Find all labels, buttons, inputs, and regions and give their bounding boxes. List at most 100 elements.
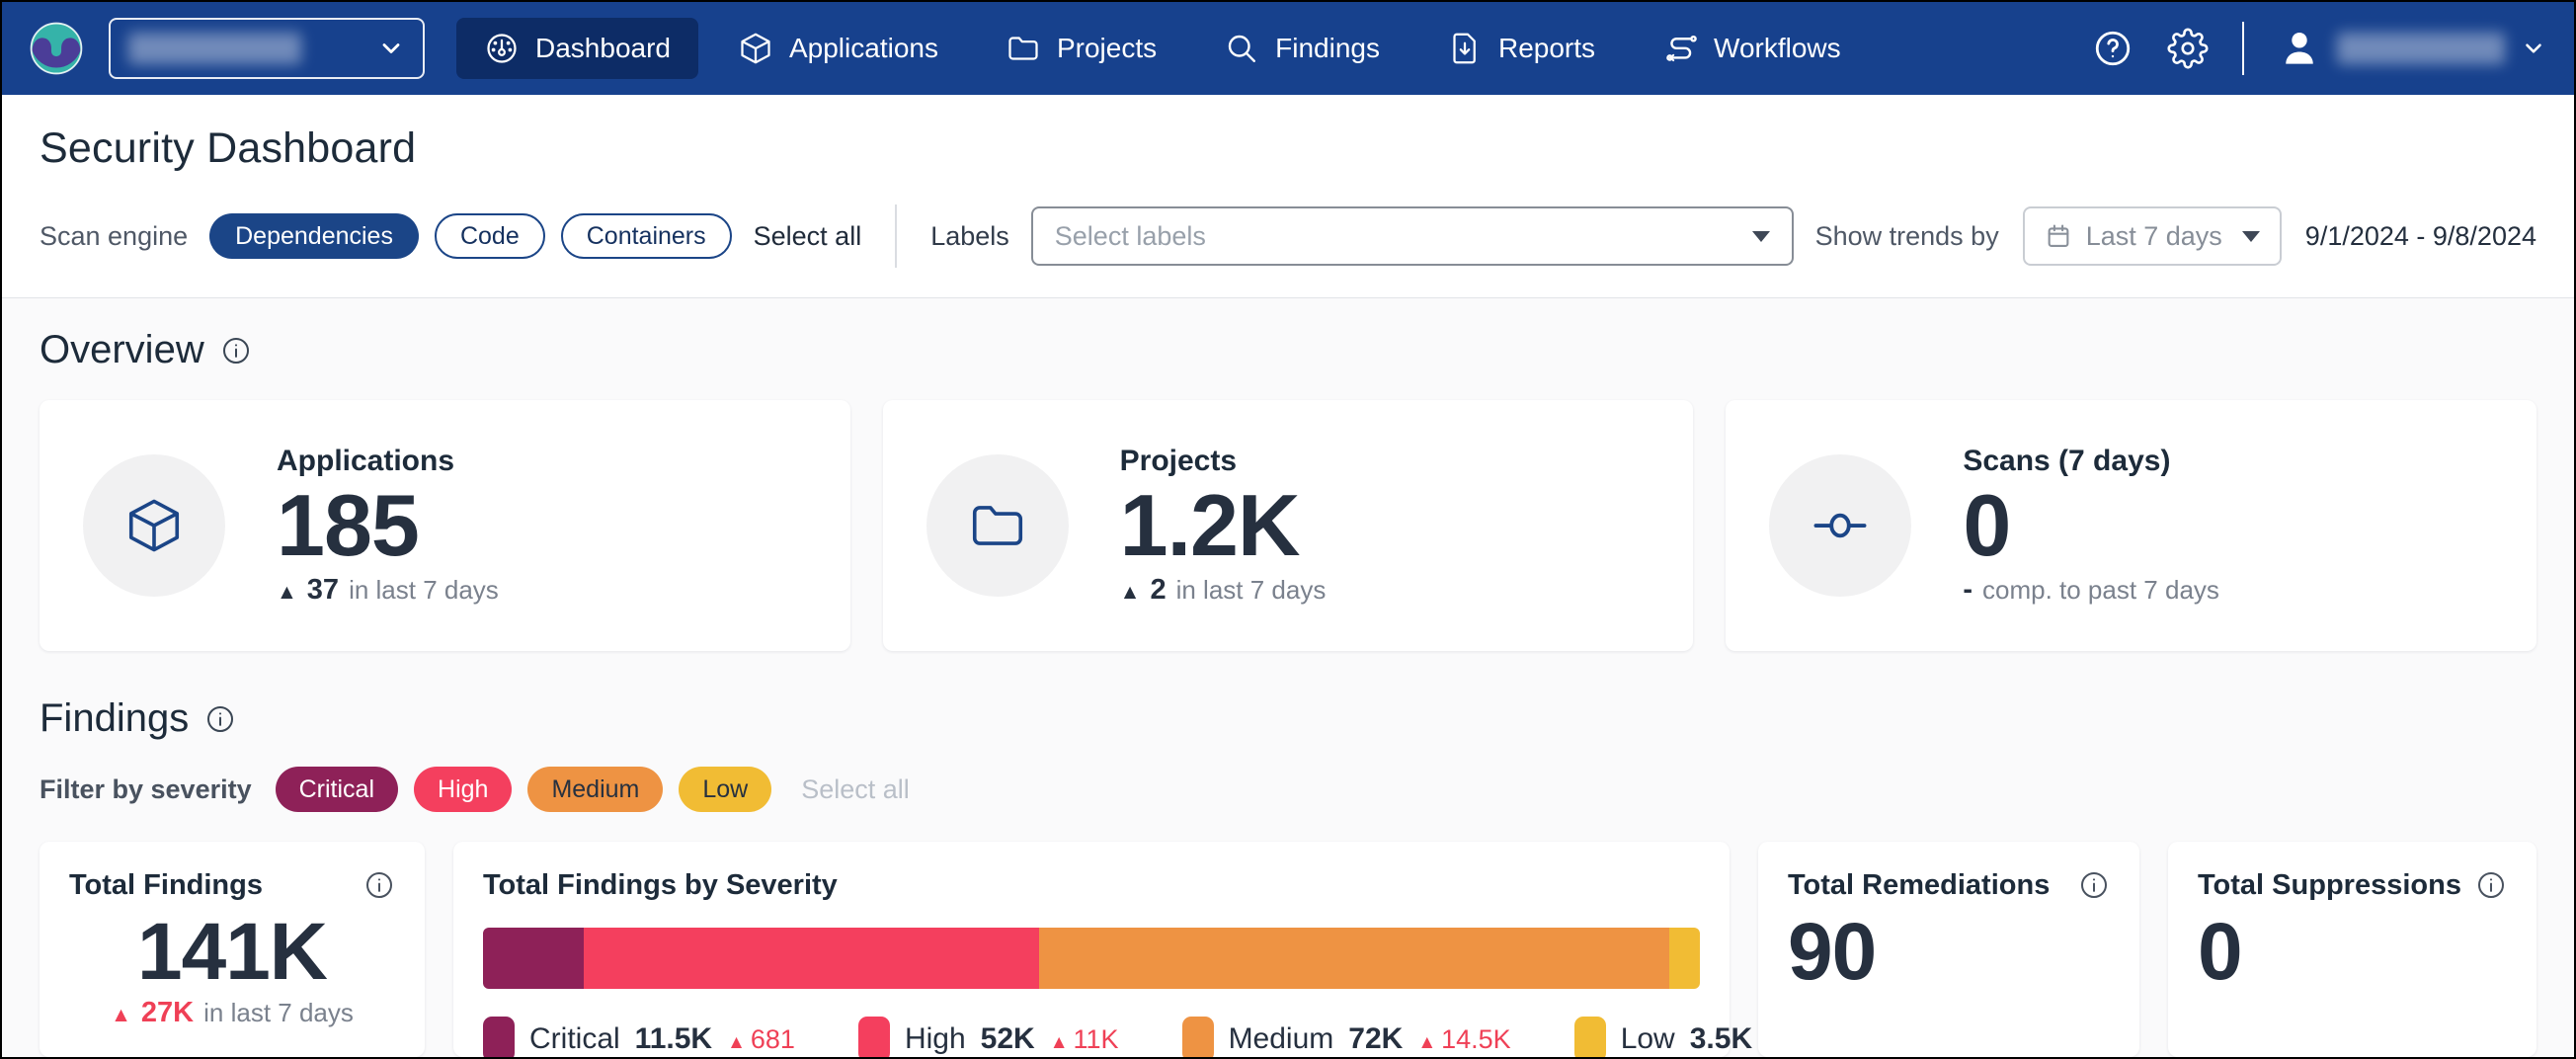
findings-cards: Total Findings 141K ▲ 27K in last 7 days…	[40, 842, 2536, 1057]
filter-divider	[895, 204, 897, 268]
labels-label: Labels	[930, 221, 1009, 252]
search-icon	[1224, 31, 1259, 66]
filter-by-severity-label: Filter by severity	[40, 774, 252, 805]
total-findings-stats: 141K ▲ 27K in last 7 days	[69, 910, 395, 1029]
card-value: 0	[1963, 478, 2219, 572]
info-icon[interactable]	[204, 703, 236, 735]
card-title: Total Suppressions	[2198, 869, 2461, 902]
nav-item-reports[interactable]: Reports	[1419, 18, 1623, 79]
user-icon	[2278, 27, 2321, 70]
severity-legend: Critical 11.5K ▲681 High 52K ▲11K Medium…	[483, 1017, 1700, 1059]
chip-medium[interactable]: Medium	[527, 767, 663, 812]
severity-bar-segment-high	[584, 928, 1039, 989]
settings-button[interactable]	[2167, 28, 2209, 69]
date-range-dropdown[interactable]: Last 7 days	[2023, 206, 2282, 266]
projects-icon-circle	[926, 454, 1069, 597]
card-head: Total Suppressions	[2198, 869, 2507, 902]
trend-up-icon: ▲	[111, 1004, 131, 1027]
chevron-down-icon	[2521, 36, 2546, 61]
card-delta: ▲ 2 in last 7 days	[1120, 574, 1327, 607]
chip-dependencies[interactable]: Dependencies	[209, 213, 419, 259]
card-value: 141K	[69, 910, 395, 995]
legend-delta: ▲14.5K	[1417, 1024, 1510, 1055]
info-icon[interactable]	[220, 335, 252, 367]
folder-icon	[1006, 31, 1041, 66]
legend-delta: ▲11K	[1050, 1024, 1119, 1055]
org-name-redacted	[128, 33, 301, 64]
findings-section-head: Findings	[40, 696, 2536, 741]
nav-item-projects[interactable]: Projects	[978, 18, 1184, 79]
scan-engine-chips: Dependencies Code Containers	[209, 213, 732, 259]
card-label: Projects	[1120, 445, 1327, 478]
navbar-right	[2092, 22, 2546, 75]
gear-icon	[2167, 28, 2209, 69]
nav-item-workflows[interactable]: Workflows	[1635, 18, 1869, 79]
labels-select[interactable]: Select labels	[1031, 206, 1794, 266]
legend-swatch	[483, 1017, 515, 1059]
info-icon[interactable]	[363, 869, 395, 901]
overview-title: Overview	[40, 328, 204, 372]
findings-title: Findings	[40, 696, 189, 741]
page-title: Security Dashboard	[40, 124, 2536, 173]
labels-placeholder: Select labels	[1055, 221, 1206, 252]
overview-section-head: Overview	[40, 328, 2536, 372]
card-value: 185	[277, 478, 499, 572]
nav-label: Applications	[789, 33, 938, 64]
report-icon	[1447, 31, 1483, 66]
show-trends-by-label: Show trends by	[1815, 221, 1999, 252]
card-delta: ▲ 37 in last 7 days	[277, 574, 499, 607]
legend-item-high: High 52K ▲11K	[858, 1017, 1119, 1059]
total-suppressions-card: Total Suppressions 0	[2168, 842, 2536, 1057]
severity-select-all[interactable]: Select all	[801, 774, 910, 805]
trend-up-icon: ▲	[1050, 1032, 1069, 1054]
chip-critical[interactable]: Critical	[276, 767, 398, 812]
filter-row: Scan engine Dependencies Code Containers…	[40, 204, 2536, 268]
nav-item-dashboard[interactable]: Dashboard	[456, 18, 698, 79]
navbar-divider	[2242, 22, 2244, 75]
nav-label: Reports	[1498, 33, 1595, 64]
card-label: Scans (7 days)	[1963, 445, 2219, 478]
nav-item-applications[interactable]: Applications	[710, 18, 966, 79]
legend-swatch	[1182, 1017, 1214, 1059]
scans-card: Scans (7 days) 0 - comp. to past 7 days	[1726, 400, 2536, 651]
nav-item-findings[interactable]: Findings	[1196, 18, 1408, 79]
nav-label: Findings	[1275, 33, 1380, 64]
nav-label: Dashboard	[535, 33, 671, 64]
chip-containers[interactable]: Containers	[561, 213, 732, 259]
total-remediations-card: Total Remediations 90	[1758, 842, 2139, 1057]
chip-code[interactable]: Code	[435, 213, 545, 259]
top-navbar: Dashboard Applications Projects Find	[2, 2, 2574, 95]
projects-stats: Projects 1.2K ▲ 2 in last 7 days	[1120, 445, 1327, 607]
caret-down-icon	[1752, 231, 1770, 242]
legend-item-critical: Critical 11.5K ▲681	[483, 1017, 795, 1059]
help-icon	[2092, 28, 2133, 69]
trend-up-icon: ▲	[1417, 1032, 1436, 1054]
gauge-icon	[484, 31, 520, 66]
caret-down-icon	[2242, 231, 2260, 242]
page-header: Security Dashboard Scan engine Dependenc…	[2, 95, 2574, 298]
scan-engine-select-all[interactable]: Select all	[754, 221, 862, 252]
info-icon[interactable]	[2078, 869, 2110, 901]
applications-icon-circle	[83, 454, 225, 597]
scan-icon	[1810, 495, 1871, 556]
help-button[interactable]	[2092, 28, 2133, 69]
date-range-text: 9/1/2024 - 9/8/2024	[2305, 221, 2536, 252]
info-icon[interactable]	[2475, 869, 2507, 901]
chip-low[interactable]: Low	[679, 767, 771, 812]
card-delta: - comp. to past 7 days	[1963, 574, 2219, 607]
chevron-down-icon	[377, 35, 405, 62]
nav-label: Projects	[1057, 33, 1157, 64]
card-value: 90	[1788, 910, 2110, 995]
legend-item-medium: Medium 72K ▲14.5K	[1182, 1017, 1511, 1059]
chip-high[interactable]: High	[414, 767, 512, 812]
username-redacted	[2337, 33, 2505, 64]
cube-icon	[123, 495, 185, 556]
legend-delta: ▲681	[727, 1024, 795, 1055]
workflow-icon	[1662, 31, 1698, 66]
user-menu[interactable]	[2278, 27, 2546, 70]
mend-logo-icon	[30, 22, 83, 75]
org-selector-dropdown[interactable]	[109, 18, 425, 79]
scan-engine-label: Scan engine	[40, 221, 188, 252]
cube-icon	[738, 31, 773, 66]
severity-filter-row: Filter by severity Critical High Medium …	[40, 767, 2536, 812]
